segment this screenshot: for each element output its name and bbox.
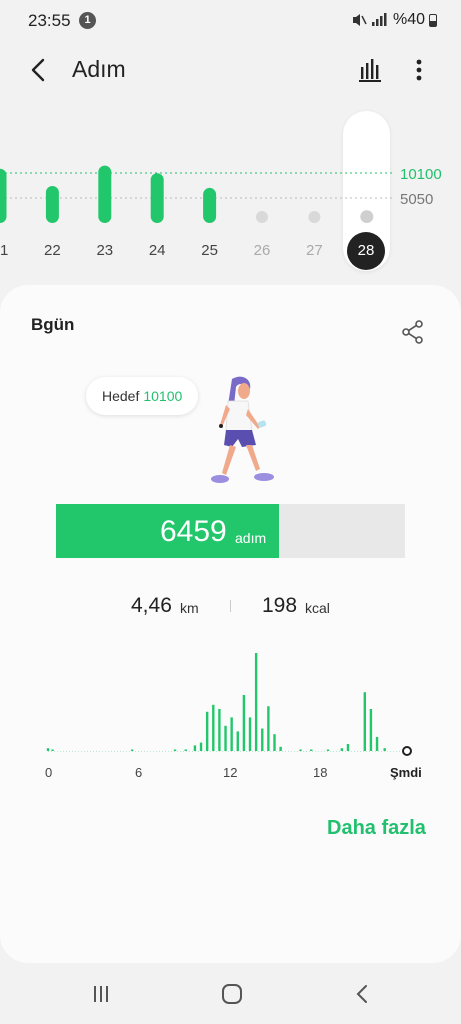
battery-percent: %40 [392, 11, 425, 28]
navigation-bar [0, 963, 461, 1024]
share-button[interactable] [400, 319, 426, 345]
hour-label-12: 12 [223, 765, 238, 780]
hourly-bar [375, 737, 379, 751]
goal-bubble: Hedef 10100 [86, 377, 199, 415]
day-bar-23[interactable] [98, 165, 112, 223]
hourly-bar [193, 745, 197, 751]
recent-apps-icon[interactable] [88, 981, 114, 1007]
hourly-bar [369, 709, 373, 751]
weekly-bars [0, 165, 395, 223]
distance-value: 4,46 [131, 594, 172, 617]
hourly-bar [173, 749, 177, 751]
hourly-bar [184, 749, 187, 751]
day-label-25[interactable]: 25 [195, 242, 225, 259]
more-options-button[interactable] [405, 54, 433, 86]
status-bar: 23:55 1 %40 [0, 0, 461, 42]
hour-label-6: 6 [135, 765, 143, 780]
day-label-21[interactable]: 21 [0, 242, 15, 259]
hourly-bar [224, 725, 227, 751]
day-label-22[interactable]: 22 [37, 242, 67, 259]
weekly-steps-chart: 10100 5050 21 22 23 24 25 26 27 28 [0, 105, 461, 275]
day-bar-28[interactable] [360, 210, 374, 223]
hourly-bar [205, 711, 209, 751]
more-details-link[interactable]: Daha fazla [327, 817, 426, 840]
steps-value: 6459 [160, 515, 227, 548]
hourly-bar [46, 748, 50, 751]
hourly-bar [340, 748, 344, 751]
home-icon[interactable] [219, 981, 245, 1007]
hourly-bar [236, 731, 239, 751]
hourly-bar [254, 653, 258, 751]
calories-unit: kcal [305, 600, 330, 616]
selected-day-label[interactable]: 28 [347, 232, 385, 270]
more-vertical-icon [416, 59, 422, 81]
distance-unit: km [180, 600, 199, 616]
hourly-bar [279, 746, 282, 751]
status-time: 23:55 [28, 11, 71, 30]
page-title: Adım [72, 56, 126, 82]
hourly-bar [346, 744, 350, 751]
card-title: Bgün [31, 315, 75, 334]
notification-badge: 1 [79, 12, 96, 29]
hourly-bar [199, 742, 203, 751]
day-bar-21[interactable] [0, 168, 7, 223]
hourly-bar [218, 709, 221, 751]
hourly-bar [248, 717, 252, 751]
hourly-bar [267, 706, 270, 751]
hourly-bar [363, 692, 366, 751]
mute-icon [352, 14, 367, 26]
day-label-27[interactable]: 27 [299, 242, 329, 259]
steps-progress-bar [56, 504, 405, 558]
chart-button[interactable] [355, 54, 387, 86]
now-label: Şmdi [390, 765, 422, 780]
signal-icon [371, 13, 387, 26]
goal-prefix: Hedef [102, 388, 140, 404]
chevron-left-icon [31, 58, 45, 82]
day-bar-25[interactable] [203, 187, 217, 223]
goal-line-label: 10100 [400, 166, 442, 183]
battery-icon [429, 13, 437, 27]
hourly-bar [242, 695, 246, 751]
stat-divider [230, 600, 231, 612]
app-bar: Adım [0, 42, 461, 98]
hourly-bar [212, 704, 215, 751]
back-icon[interactable] [350, 981, 376, 1007]
today-card: Bgün Hedef 10100 6459 adım 4,46 km 198 k… [0, 285, 461, 963]
hourly-bar [51, 749, 54, 751]
calories-value: 198 [262, 594, 298, 617]
share-icon [402, 320, 423, 344]
status-icons: %40 [351, 11, 437, 29]
back-button[interactable] [24, 54, 56, 86]
hourly-bar [299, 749, 302, 751]
hourly-bar [326, 749, 330, 751]
hourly-bar [261, 728, 264, 751]
day-label-26[interactable]: 26 [247, 242, 277, 259]
now-marker [402, 746, 412, 756]
day-bar-24[interactable] [150, 173, 164, 223]
hourly-bar [383, 748, 386, 751]
goal-value: 10100 [143, 388, 183, 404]
day-label-23[interactable]: 23 [90, 242, 120, 259]
walker-illustration [211, 376, 274, 483]
hourly-bar [273, 734, 276, 751]
hour-label-18: 18 [313, 765, 328, 780]
day-bar-27[interactable] [308, 211, 321, 223]
hourly-bar [310, 749, 313, 751]
day-label-24[interactable]: 24 [142, 242, 172, 259]
steps-unit: adım [235, 530, 267, 546]
half-goal-line-label: 5050 [400, 191, 434, 208]
bar-chart-icon [359, 59, 381, 82]
hourly-steps-chart [46, 653, 412, 756]
day-bar-26[interactable] [256, 211, 268, 223]
hourly-bar [230, 717, 233, 751]
hour-label-0: 0 [45, 765, 53, 780]
day-bar-22[interactable] [45, 185, 59, 223]
hourly-bar [130, 749, 134, 751]
